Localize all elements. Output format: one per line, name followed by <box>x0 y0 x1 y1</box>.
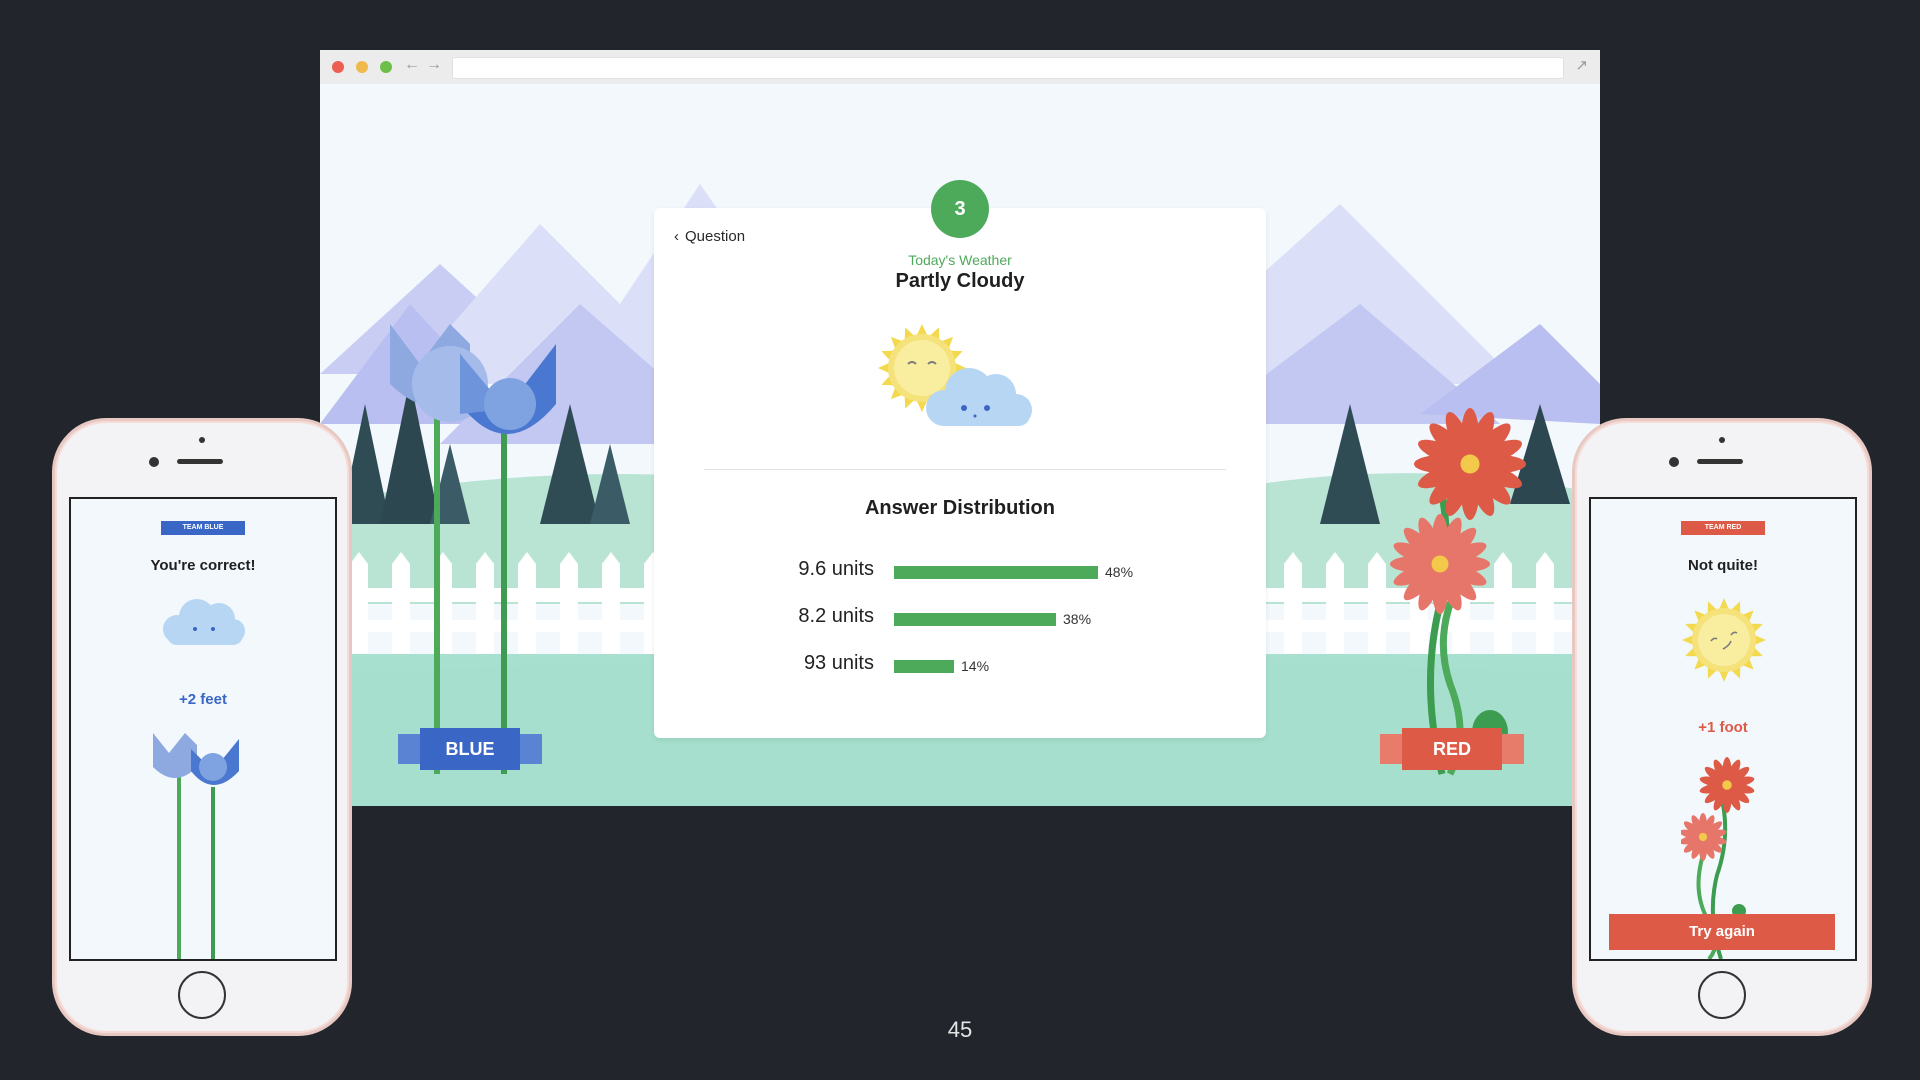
chevron-left-icon: ‹ <box>674 228 679 245</box>
team-tag: TEAM BLUE <box>161 521 245 535</box>
phone-sensor <box>199 437 205 443</box>
address-bar[interactable] <box>452 57 1564 79</box>
phone-speaker <box>1697 459 1743 464</box>
answer-distribution-title: Answer Distribution <box>864 497 1055 519</box>
question-number-badge: 3 <box>931 180 989 238</box>
answer-bar <box>894 566 1098 579</box>
sun-icon <box>1682 598 1766 682</box>
browser-toolbar: ← → ↗ <box>320 50 1600 85</box>
section-divider <box>704 469 1226 470</box>
team-blue-label: BLUE <box>445 739 495 759</box>
answer-bar <box>894 613 1056 626</box>
team-red-label: RED <box>1432 739 1471 759</box>
team-red-ribbon: RED <box>1402 728 1502 770</box>
height-gain: +2 feet <box>179 691 227 708</box>
red-flower-icon <box>1390 514 1490 614</box>
result-title: Not quite! <box>1688 557 1758 574</box>
back-arrow-icon[interactable]: ← <box>404 56 420 74</box>
blue-tulip-icon <box>153 733 239 959</box>
cloud-icon <box>163 599 245 645</box>
answer-percent: 38% <box>1063 611 1092 627</box>
phone-camera <box>149 457 159 467</box>
ribbon-tail <box>1380 734 1402 764</box>
try-again-button[interactable]: Try again <box>1609 914 1835 950</box>
page-number: 45 <box>947 1017 973 1042</box>
forward-arrow-icon[interactable]: → <box>426 56 442 74</box>
home-button[interactable] <box>178 971 226 1019</box>
red-flower-icon <box>1414 408 1526 520</box>
answer-percent: 48% <box>1105 564 1134 580</box>
result-title: You're correct! <box>150 557 256 574</box>
phone-sensor <box>1719 437 1725 443</box>
phone-speaker <box>177 459 223 464</box>
answer-label: 8.2 units <box>798 605 874 627</box>
ribbon-tail <box>520 734 542 764</box>
phone-team-red: TEAM RED Not quite! +1 foot Try again <box>1572 418 1872 1036</box>
phone-camera <box>1669 457 1679 467</box>
weather-kicker: Today's Weather <box>908 252 1012 268</box>
back-label: Question <box>685 228 746 245</box>
minimize-window-icon[interactable] <box>356 61 368 73</box>
home-button[interactable] <box>1698 971 1746 1019</box>
answer-label: 9.6 units <box>798 558 874 580</box>
partly-cloudy-icon <box>878 324 1032 426</box>
phone-screen: TEAM BLUE You're correct! +2 feet <box>69 497 337 961</box>
ribbon-tail <box>398 734 420 764</box>
close-window-icon[interactable] <box>332 61 344 73</box>
answer-label: 93 units <box>803 652 874 674</box>
team-tag: TEAM RED <box>1681 521 1765 535</box>
phone-screen: TEAM RED Not quite! +1 foot Try again <box>1589 497 1857 961</box>
weather-value: Partly Cloudy <box>895 270 1025 292</box>
answer-bar <box>894 660 954 673</box>
phone-team-blue: TEAM BLUE You're correct! +2 feet <box>52 418 352 1036</box>
ribbon-tail <box>1502 734 1524 764</box>
back-to-question-link[interactable]: ‹ Question <box>674 228 745 245</box>
expand-icon[interactable]: ↗ <box>1575 56 1588 74</box>
browser-window: ← → ↗ BLUE RED 3 ‹ Question Today's Weat… <box>320 50 1600 806</box>
answer-percent: 14% <box>961 658 990 674</box>
team-blue-ribbon: BLUE <box>420 728 520 770</box>
maximize-window-icon[interactable] <box>380 61 392 73</box>
height-gain: +1 foot <box>1698 719 1748 736</box>
quiz-card: 3 ‹ Question Today's Weather Partly Cloud… <box>654 180 1266 738</box>
